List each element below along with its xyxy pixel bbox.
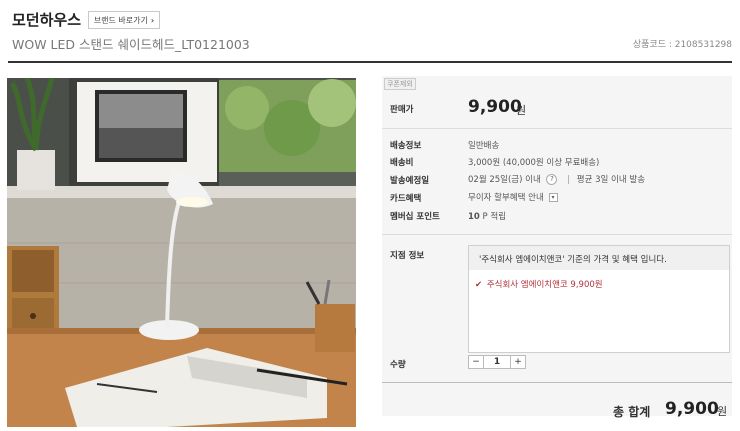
price-value: 9,900 bbox=[468, 97, 522, 117]
branch-option[interactable]: ✔ 주식회사 엠에이치앤코 9,900원 bbox=[469, 270, 729, 298]
divider bbox=[382, 234, 732, 235]
price-currency: 원 bbox=[516, 104, 527, 117]
membership-points-suffix: P 적립 bbox=[482, 212, 507, 222]
ship-date-value: 02월 25일(금) 이내 bbox=[468, 175, 541, 185]
total-currency: 원 bbox=[717, 405, 728, 418]
quantity-input[interactable]: 1 bbox=[483, 356, 511, 368]
product-image[interactable] bbox=[7, 78, 356, 427]
membership-points-row: 10 P 적립 bbox=[468, 210, 506, 222]
separator: | bbox=[567, 175, 571, 185]
branch-option-label: 주식회사 엠에이치앤코 9,900원 bbox=[486, 280, 603, 290]
check-icon: ✔ bbox=[475, 280, 483, 290]
purchase-info-panel: 쿠폰제외 판매가 9,900 원 배송정보 일반배송 배송비 3,000원 (4… bbox=[382, 76, 732, 416]
ship-date-label: 발송예정일 bbox=[390, 176, 430, 186]
membership-points-label: 멤버십 포인트 bbox=[390, 212, 440, 222]
coupon-excluded-badge: 쿠폰제외 bbox=[384, 78, 416, 90]
price-label: 판매가 bbox=[390, 105, 414, 115]
branch-info-box: '주식회사 엠에이치앤코' 기준의 가격 및 혜택 입니다. ✔ 주식회사 엠에… bbox=[468, 245, 730, 353]
product-code: 상품코드 : 2108531298 bbox=[632, 40, 732, 50]
quantity-label: 수량 bbox=[390, 360, 406, 370]
shipping-info-value: 일반배송 bbox=[468, 141, 500, 151]
brand-shortcut-button[interactable]: 브랜드 바로가기 › bbox=[88, 11, 160, 29]
card-benefit-label: 카드혜택 bbox=[390, 194, 422, 204]
help-icon[interactable]: ? bbox=[546, 174, 558, 185]
shipping-info-label: 배송정보 bbox=[390, 141, 422, 151]
shipping-fee-label: 배송비 bbox=[390, 158, 414, 168]
product-photo-illustration bbox=[7, 78, 356, 427]
divider bbox=[382, 382, 732, 383]
total-label: 총 합계 bbox=[613, 405, 651, 419]
quantity-decrease-button[interactable]: − bbox=[469, 356, 483, 368]
header-divider bbox=[8, 61, 732, 63]
shipping-fee-value: 3,000원 (40,000원 이상 무료배송) bbox=[468, 158, 600, 168]
branch-note: '주식회사 엠에이치앤코' 기준의 가격 및 혜택 입니다. bbox=[469, 246, 729, 270]
chevron-down-icon[interactable]: ▾ bbox=[548, 193, 558, 202]
brand-shortcut-label: 브랜드 바로가기 bbox=[93, 15, 148, 25]
branch-info-label: 지점 정보 bbox=[390, 251, 425, 261]
card-benefit-row[interactable]: 무이자 할부혜택 안내 ▾ bbox=[468, 191, 558, 203]
brand-name[interactable]: 모던하우스 bbox=[12, 9, 81, 30]
ship-date-average: 평균 3일 이내 발송 bbox=[576, 175, 646, 185]
card-benefit-value[interactable]: 무이자 할부혜택 안내 bbox=[468, 193, 544, 203]
membership-points-value: 10 bbox=[468, 212, 480, 222]
product-title: WOW LED 스탠드 쉐이드헤드_LT0121003 bbox=[12, 37, 250, 52]
divider bbox=[382, 128, 732, 129]
total-amount: 9,900 bbox=[665, 399, 719, 419]
quantity-stepper[interactable]: − 1 + bbox=[468, 355, 526, 369]
chevron-right-icon: › bbox=[150, 15, 155, 25]
ship-date-row: 02월 25일(금) 이내 ? | 평균 3일 이내 발송 bbox=[468, 173, 645, 185]
quantity-increase-button[interactable]: + bbox=[511, 356, 525, 368]
